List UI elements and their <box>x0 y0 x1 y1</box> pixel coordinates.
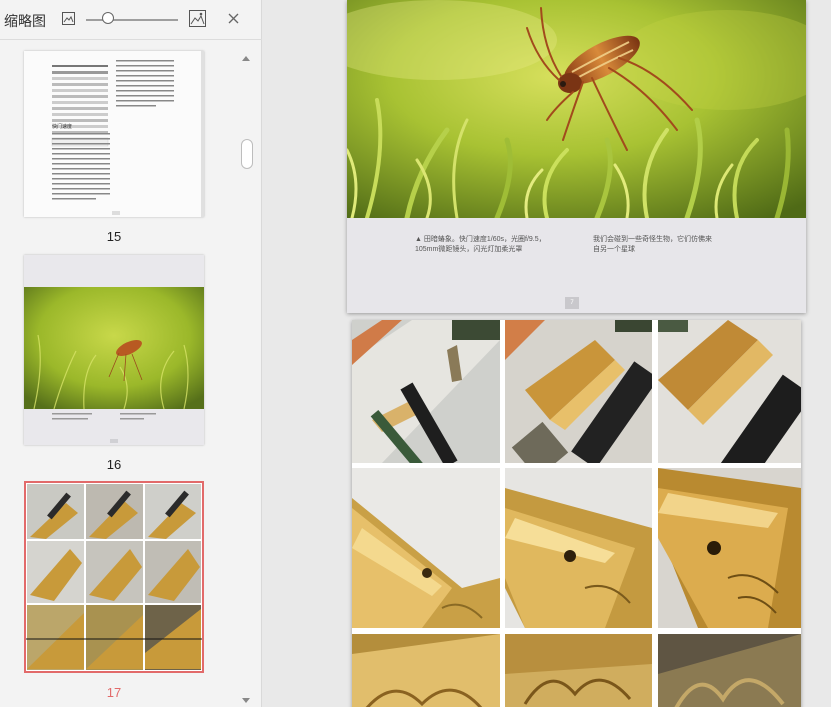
zoom-slider-handle[interactable] <box>102 12 115 24</box>
page-15-heading: 快门速度 <box>52 123 72 130</box>
page-17 <box>352 320 801 707</box>
photo-nib-engraving-1 <box>352 634 500 707</box>
thumbnail-toolbar: 缩略图 <box>0 0 262 40</box>
photo-pen-close-2 <box>658 320 801 463</box>
page-16: ▲ 田暗蝽象。快门速度1/60s，光圈f/9.5， 105mm微距镜头，闪光灯加… <box>347 0 806 313</box>
document-viewer[interactable]: ▲ 田暗蝽象。快门速度1/60s，光圈f/9.5， 105mm微距镜头，闪光灯加… <box>262 0 831 707</box>
photo-nib-macro-2 <box>505 468 652 628</box>
thumbnail-page-16[interactable] <box>24 255 204 445</box>
page-15-preview: 快门速度 <box>24 51 204 217</box>
scroll-up-icon[interactable] <box>242 56 250 61</box>
photo-caption: ▲ 田暗蝽象。快门速度1/60s，光圈f/9.5， 105mm微距镜头，闪光灯加… <box>415 236 546 253</box>
photo-nib-macro-1 <box>352 468 500 628</box>
insect-photo <box>347 0 806 218</box>
scrollbar-thumb[interactable] <box>241 139 253 169</box>
thumbnail-page-17[interactable] <box>24 481 204 673</box>
photo-nib-engraving-2 <box>505 634 652 707</box>
thumbnail-scrollbar[interactable] <box>240 52 254 707</box>
zoom-slider-track[interactable] <box>86 19 178 21</box>
thumbnail-panel: 缩略图 快门速度 15 16 17 <box>0 0 262 707</box>
panel-title: 缩略图 <box>4 13 46 29</box>
page-16-preview <box>24 255 204 445</box>
scroll-down-icon[interactable] <box>242 698 250 703</box>
small-image-icon[interactable] <box>62 12 75 25</box>
close-icon[interactable] <box>228 13 239 24</box>
page-17-preview <box>26 483 202 671</box>
thumbnail-label-15: 15 <box>106 229 122 244</box>
thumbnail-page-15[interactable]: 快门速度 <box>24 51 204 217</box>
photo-pen-close-1 <box>505 320 652 463</box>
page-number-badge: 7 <box>565 297 579 309</box>
thumbnail-list[interactable]: 快门速度 15 16 17 <box>0 41 240 707</box>
photo-pencils-and-pens <box>352 320 500 463</box>
caption-quote: 我们会碰到一些奇怪生物，它们仿佛来 自另一个星球 <box>593 236 712 253</box>
thumbnail-label-17: 17 <box>106 685 122 700</box>
photo-nib-macro-3 <box>658 468 801 628</box>
thumbnail-label-16: 16 <box>106 457 122 472</box>
photo-nib-engraving-3 <box>658 634 801 707</box>
large-image-icon[interactable] <box>189 10 206 27</box>
